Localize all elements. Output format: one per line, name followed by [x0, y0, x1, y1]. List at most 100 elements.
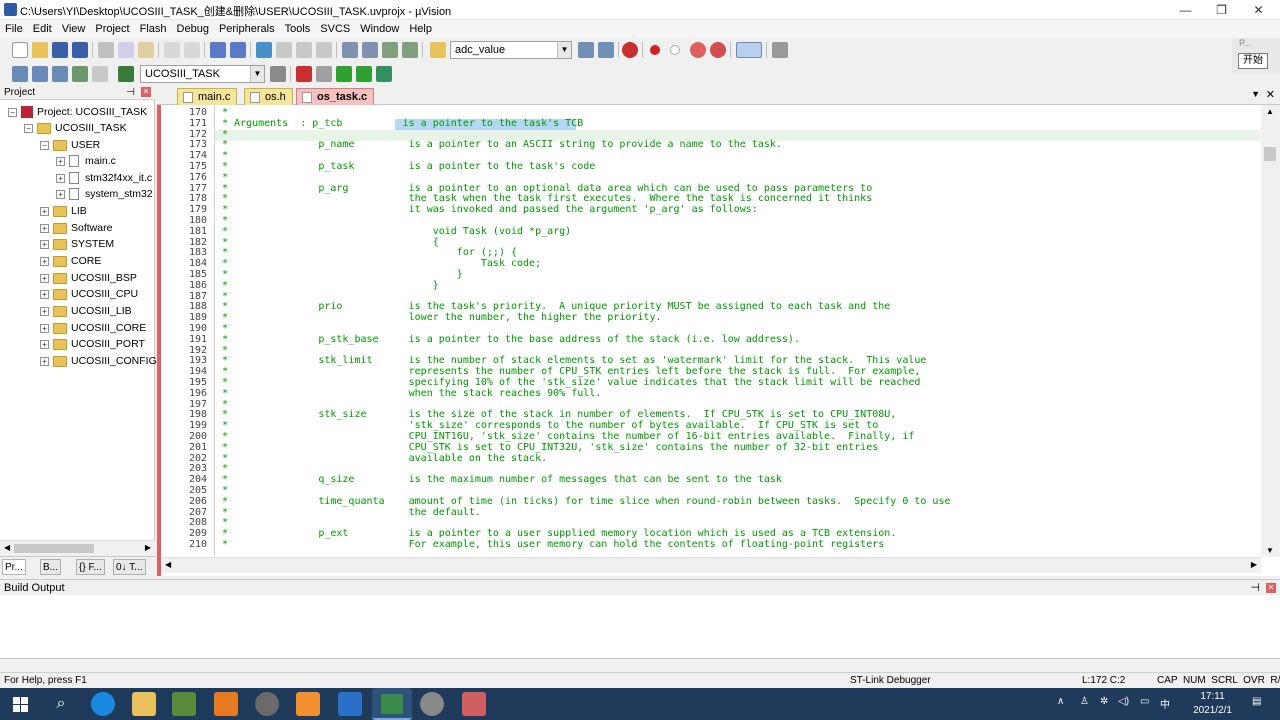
menu-peripherals[interactable]: Peripherals [214, 20, 280, 38]
expand-icon[interactable]: + [40, 289, 49, 299]
download-icon[interactable] [118, 66, 134, 82]
expand-icon[interactable]: + [56, 189, 65, 199]
tree-group-port[interactable]: + UCOSIII_PORT [40, 336, 145, 352]
code-line[interactable]: * time_quanta amount of time (in ticks) … [222, 496, 950, 508]
indent-icon[interactable] [342, 42, 358, 58]
code-line[interactable]: * available on the stack. [222, 453, 547, 465]
disable-breakpoint-icon[interactable] [670, 45, 680, 55]
manage-components-icon[interactable] [296, 66, 312, 82]
new-file-icon[interactable] [12, 42, 28, 58]
code-line[interactable]: * q_size is the maximum number of messag… [222, 474, 782, 486]
maximize-button[interactable]: ❐ [1203, 0, 1240, 20]
chevron-down-icon[interactable]: ▼ [557, 42, 571, 58]
notification-icon[interactable]: ▤ [1252, 696, 1261, 707]
file-extensions-icon[interactable] [316, 66, 332, 82]
close-icon[interactable]: ✕ [141, 87, 151, 97]
next-bookmark-icon[interactable] [296, 42, 312, 58]
expand-icon[interactable]: + [40, 206, 49, 216]
tab-list-dropdown-icon[interactable]: ▼ [1251, 89, 1260, 99]
scroll-right-icon[interactable]: ▶ [1251, 560, 1257, 569]
chevron-down-icon[interactable]: ▼ [250, 66, 264, 82]
expand-icon[interactable]: + [40, 323, 49, 333]
windows-start-icon[interactable] [9, 692, 33, 716]
tray-chevron-up-icon[interactable]: ∧ [1057, 696, 1064, 707]
expand-icon[interactable]: + [40, 356, 49, 366]
code-line[interactable]: * it was invoked and passed the argument… [222, 204, 758, 216]
scroll-right-icon[interactable]: ▶ [145, 543, 151, 552]
tree-group-ucos-lib[interactable]: + UCOSIII_LIB [40, 303, 132, 319]
app-icon[interactable] [296, 692, 320, 716]
kill-breakpoints-icon[interactable] [710, 42, 726, 58]
menu-debug[interactable]: Debug [172, 20, 214, 38]
menu-window[interactable]: Window [355, 20, 404, 38]
app-icon[interactable] [462, 692, 486, 716]
code-line[interactable]: * For example, this user memory can hold… [222, 539, 884, 551]
expand-icon[interactable]: + [56, 156, 65, 166]
scroll-up-icon[interactable]: ▲ [1266, 107, 1274, 116]
tree-group-ucos-core[interactable]: + UCOSIII_CORE [40, 320, 146, 336]
expand-icon[interactable]: + [40, 239, 49, 249]
configure-icon[interactable] [772, 42, 788, 58]
target-combo[interactable]: UCOSIII_TASK ▼ [140, 65, 265, 83]
tree-file-it[interactable]: + stm32f4xx_it.c [56, 170, 152, 186]
scroll-left-icon[interactable]: ◀ [165, 560, 171, 569]
tree-group-lib[interactable]: + LIB [40, 203, 87, 219]
debug-start-icon[interactable] [622, 42, 638, 58]
comment-icon[interactable] [382, 42, 398, 58]
menu-tools[interactable]: Tools [280, 20, 316, 38]
scroll-thumb[interactable] [1264, 147, 1276, 161]
sublime-icon[interactable] [214, 692, 238, 716]
tree-group-config[interactable]: + UCOSIII_CONFIG [40, 353, 157, 369]
scroll-left-icon[interactable]: ◀ [4, 543, 10, 552]
code-line[interactable]: * p_task is a pointer to the task's code [222, 161, 595, 173]
menu-help[interactable]: Help [404, 20, 437, 38]
menu-svcs[interactable]: SVCS [315, 20, 355, 38]
code-line[interactable]: * p_stk_base is a pointer to the base ad… [222, 334, 800, 346]
editor-vscrollbar[interactable]: ▲ ▼ [1261, 105, 1280, 557]
rte-icon[interactable] [376, 66, 392, 82]
tab-project[interactable]: Pr... [2, 559, 26, 575]
expand-icon[interactable]: + [40, 223, 49, 233]
nav-back-icon[interactable] [210, 42, 226, 58]
volume-icon[interactable]: ◁) [1118, 696, 1129, 707]
expand-icon[interactable]: + [40, 339, 49, 349]
scroll-down-icon[interactable]: ▼ [1266, 546, 1274, 555]
menu-edit[interactable]: Edit [28, 20, 57, 38]
prev-bookmark-icon[interactable] [276, 42, 292, 58]
paste-icon[interactable] [138, 42, 154, 58]
scroll-thumb[interactable] [14, 544, 94, 553]
code-line[interactable]: * the default. [222, 507, 481, 519]
find-in-files-icon[interactable] [430, 42, 446, 58]
bookmark-icon[interactable] [256, 42, 272, 58]
undo-icon[interactable] [164, 42, 180, 58]
breakpoint-icon[interactable] [650, 45, 660, 55]
save-icon[interactable] [52, 42, 68, 58]
tree-file-system[interactable]: + system_stm32 [56, 186, 153, 202]
file-explorer-icon[interactable] [132, 692, 156, 716]
taskbar-item-active[interactable] [372, 688, 412, 720]
select-packs-icon[interactable] [356, 66, 372, 82]
cut-icon[interactable] [98, 42, 114, 58]
close-editor-icon[interactable]: ✕ [1266, 88, 1275, 101]
tree-group-core[interactable]: + CORE [40, 253, 101, 269]
uncomment-icon[interactable] [402, 42, 418, 58]
tab-os-h[interactable]: os.h [244, 88, 293, 105]
app-icon[interactable] [255, 692, 279, 716]
menu-file[interactable]: File [0, 20, 28, 38]
tray-app-icon[interactable]: ✲ [1100, 696, 1108, 707]
search-icon[interactable]: ⌕ [49, 692, 73, 716]
build-output-scrollbar[interactable] [0, 659, 1280, 671]
word-icon[interactable] [338, 692, 362, 716]
app-icon[interactable] [172, 692, 196, 716]
collapse-icon[interactable]: − [8, 107, 17, 117]
expand-icon[interactable]: + [56, 173, 65, 183]
code-line[interactable]: * when the stack reaches 90% full. [222, 388, 601, 400]
expand-icon[interactable]: + [40, 306, 49, 316]
code-line[interactable]: * void Task (void *p_arg) [222, 226, 571, 238]
editor-hscrollbar[interactable]: ◀ ▶ [161, 557, 1261, 573]
target-options-icon[interactable] [270, 66, 286, 82]
menu-view[interactable]: View [57, 20, 91, 38]
tab-os-task-c[interactable]: os_task.c [296, 88, 375, 105]
tab-books[interactable]: B... [40, 559, 62, 575]
clock[interactable]: 17:11 2021/2/1 [1193, 690, 1232, 718]
